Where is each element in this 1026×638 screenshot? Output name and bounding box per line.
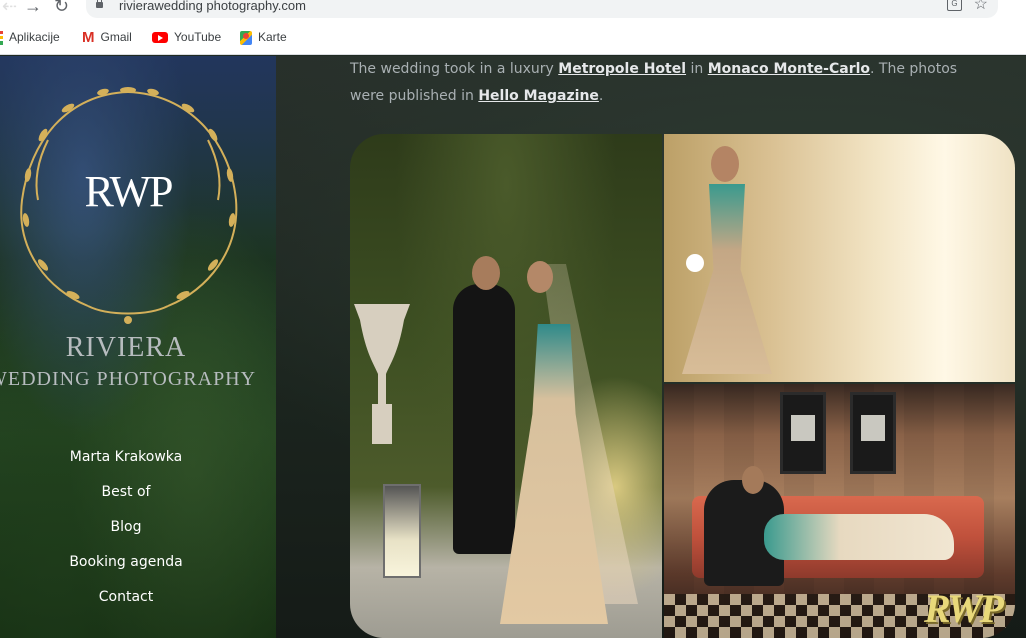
metropole-hotel-link[interactable]: Metropole Hotel bbox=[558, 61, 686, 77]
brand-title[interactable]: RIVIERA bbox=[0, 332, 252, 364]
gmail-icon: M bbox=[82, 28, 95, 46]
brand-subtitle[interactable]: WEDDING PHOTOGRAPHY bbox=[0, 368, 273, 391]
sidebar: RWP RIVIERA WEDDING PHOTOGRAPHY Marta Kr… bbox=[0, 56, 276, 638]
groom-head bbox=[472, 256, 500, 290]
menu-item-blog[interactable]: Blog bbox=[0, 519, 252, 535]
url-field[interactable]: rivierawedding photography.com G ☆ bbox=[86, 0, 998, 18]
bride-head bbox=[527, 261, 553, 293]
url-text[interactable]: rivierawedding photography.com bbox=[119, 0, 306, 13]
bouquet bbox=[686, 254, 704, 272]
address-bar: ⇠ → ↻ rivierawedding photography.com G ☆ bbox=[0, 0, 1026, 19]
bride-dress bbox=[764, 514, 954, 560]
logo-monogram[interactable]: RWP bbox=[48, 166, 208, 217]
menu-item-booking-agenda[interactable]: Booking agenda bbox=[0, 554, 252, 570]
intro-paragraph: The wedding took in a luxury Metropole H… bbox=[350, 56, 990, 110]
bookmarks-bar: Aplikacije M Gmail YouTube Karte bbox=[0, 19, 1026, 55]
bookmark-youtube[interactable]: YouTube bbox=[152, 28, 221, 46]
maps-icon bbox=[240, 30, 252, 45]
photo-couple-sofa[interactable]: RWP bbox=[664, 384, 1015, 638]
wall-frame bbox=[780, 392, 826, 474]
bookmark-aplikacije[interactable]: Aplikacije bbox=[0, 28, 60, 46]
wedding-photo-collage[interactable]: RWP bbox=[350, 134, 1015, 638]
wall-frame bbox=[850, 392, 896, 474]
forward-arrow-icon[interactable]: → bbox=[24, 0, 42, 16]
stone-urn-icon bbox=[354, 304, 410, 444]
bookmark-label: Aplikacije bbox=[9, 30, 60, 44]
photo-couple-garden[interactable] bbox=[350, 134, 662, 638]
lantern-icon bbox=[383, 484, 421, 578]
bride-head bbox=[711, 146, 739, 182]
menu-item-contact[interactable]: Contact bbox=[0, 589, 252, 605]
bookmark-label: Gmail bbox=[100, 30, 132, 44]
bookmark-gmail[interactable]: M Gmail bbox=[82, 28, 132, 46]
groom-figure bbox=[453, 284, 515, 554]
apps-icon bbox=[0, 30, 3, 45]
youtube-icon bbox=[152, 32, 168, 44]
menu-item-marta-krakowka[interactable]: Marta Krakowka bbox=[0, 449, 252, 465]
back-arrow-icon[interactable]: ⇠ bbox=[2, 0, 17, 16]
reload-icon[interactable]: ↻ bbox=[54, 0, 69, 16]
photo-bride-portrait[interactable] bbox=[664, 134, 1015, 382]
rwp-watermark: RWP bbox=[924, 586, 1004, 631]
hello-magazine-link[interactable]: Hello Magazine bbox=[478, 88, 599, 104]
page-content: RWP RIVIERA WEDDING PHOTOGRAPHY Marta Kr… bbox=[0, 56, 1026, 638]
bride-dress bbox=[682, 184, 772, 374]
bookmark-label: YouTube bbox=[174, 30, 222, 44]
menu-item-best-of[interactable]: Best of bbox=[0, 484, 252, 500]
bookmark-karte[interactable]: Karte bbox=[240, 28, 287, 46]
bookmark-label: Karte bbox=[258, 30, 287, 44]
groom-head bbox=[742, 466, 764, 494]
bookmark-star-icon[interactable]: ☆ bbox=[974, 0, 988, 14]
intro-text: . bbox=[598, 88, 604, 104]
lock-icon[interactable] bbox=[96, 0, 103, 8]
translate-icon[interactable]: G bbox=[947, 0, 962, 11]
intro-text: The wedding took in a luxury bbox=[350, 61, 559, 77]
monaco-link[interactable]: Monaco Monte-Carlo bbox=[708, 61, 870, 77]
intro-text: in bbox=[686, 61, 708, 77]
